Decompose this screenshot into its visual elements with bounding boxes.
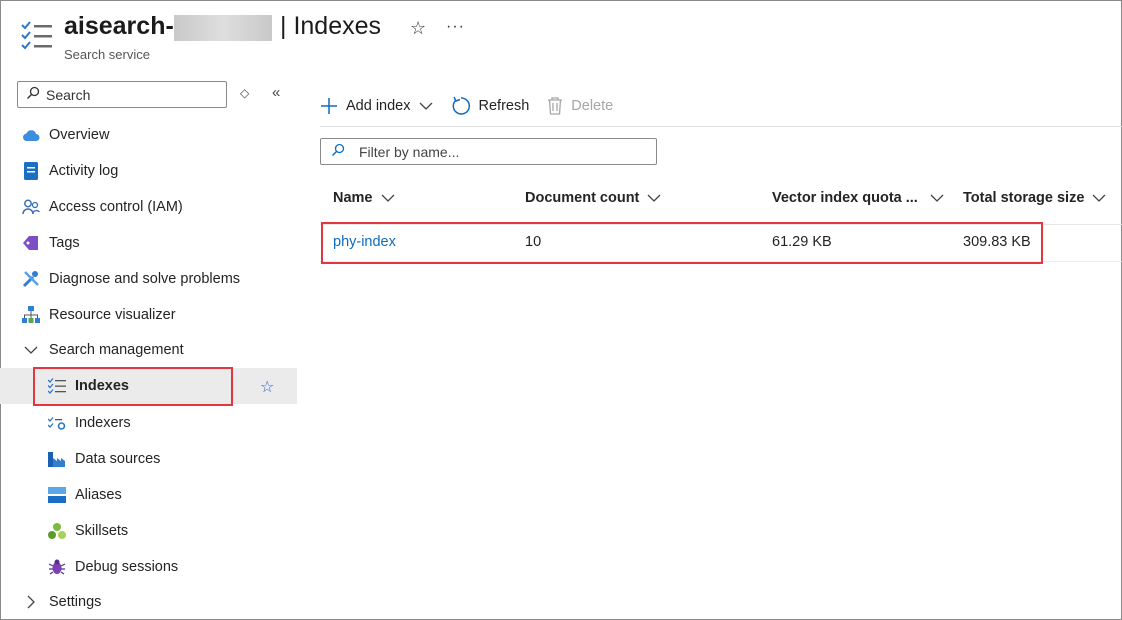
chevron-down-icon (381, 193, 395, 203)
command-bar: Add index Refresh Delete (320, 88, 631, 124)
column-header-document-count[interactable]: Document count (525, 190, 661, 206)
search-icon (331, 143, 345, 160)
plus-icon (320, 97, 338, 115)
add-index-button[interactable]: Add index (320, 97, 433, 115)
tag-icon (21, 233, 41, 253)
delete-button[interactable]: Delete (547, 97, 613, 115)
alias-icon (47, 485, 67, 505)
cloud-icon (21, 125, 41, 145)
filter-by-name-input[interactable]: Filter by name... (320, 138, 657, 165)
chevron-down-icon (21, 340, 41, 360)
toolbar-divider (320, 126, 1122, 127)
chevron-right-icon (21, 592, 41, 612)
refresh-icon (451, 96, 471, 116)
page-title-prefix: aisearch- (64, 12, 174, 40)
sidebar-item-tags[interactable]: Tags (0, 225, 297, 261)
diamond-icon[interactable]: ◇ (240, 86, 249, 100)
indexer-icon (47, 413, 67, 433)
sidebar-search-input[interactable]: Search (17, 81, 227, 108)
redacted-text (174, 15, 272, 41)
favorite-star-icon[interactable]: ☆ (410, 18, 426, 39)
sidebar-item-aliases[interactable]: Aliases (0, 477, 297, 513)
sidebar-item-debug-sessions[interactable]: Debug sessions (0, 549, 297, 585)
refresh-button[interactable]: Refresh (451, 96, 529, 116)
row-highlight-box (321, 222, 1043, 264)
activity-log-icon (21, 161, 41, 181)
sidebar-item-skillsets[interactable]: Skillsets (0, 513, 297, 549)
filter-placeholder: Filter by name... (359, 143, 460, 160)
sidebar-item-indexers[interactable]: Indexers (0, 405, 297, 441)
chevron-down-icon (419, 101, 433, 111)
sidebar-item-data-sources[interactable]: Data sources (0, 441, 297, 477)
column-header-total-storage[interactable]: Total storage size (963, 190, 1106, 206)
page-subtitle: Search service (64, 47, 150, 62)
data-source-icon (47, 449, 67, 469)
sidebar-item-diagnose[interactable]: Diagnose and solve problems (0, 261, 297, 297)
column-header-vector-quota[interactable]: Vector index quota ... (772, 190, 944, 206)
sidebar-search-placeholder: Search (46, 86, 91, 103)
chevron-down-icon (647, 193, 661, 203)
favorite-star-icon[interactable]: ☆ (260, 377, 274, 397)
hierarchy-icon (21, 305, 41, 325)
search-icon (26, 86, 40, 103)
trash-icon (547, 97, 563, 115)
selection-highlight-box (33, 367, 233, 406)
column-header-name[interactable]: Name (333, 190, 395, 206)
sidebar-group-search-management[interactable]: Search management (0, 332, 297, 368)
chevron-down-icon (930, 193, 944, 203)
sidebar-item-activity-log[interactable]: Activity log (0, 153, 297, 189)
index-list-icon (20, 20, 54, 54)
sidebar-item-access-control[interactable]: Access control (IAM) (0, 189, 297, 225)
collapse-sidebar-icon[interactable]: « (272, 84, 280, 101)
more-options-icon[interactable]: ··· (446, 18, 465, 36)
skillset-icon (47, 521, 67, 541)
chevron-down-icon (1092, 193, 1106, 203)
people-icon (21, 197, 41, 217)
sidebar-item-resource-visualizer[interactable]: Resource visualizer (0, 297, 297, 333)
sidebar-item-overview[interactable]: Overview (0, 117, 297, 153)
sidebar-group-settings[interactable]: Settings (0, 584, 297, 620)
wrench-icon (21, 269, 41, 289)
page-title-section: | Indexes (280, 12, 382, 40)
bug-icon (47, 557, 67, 577)
